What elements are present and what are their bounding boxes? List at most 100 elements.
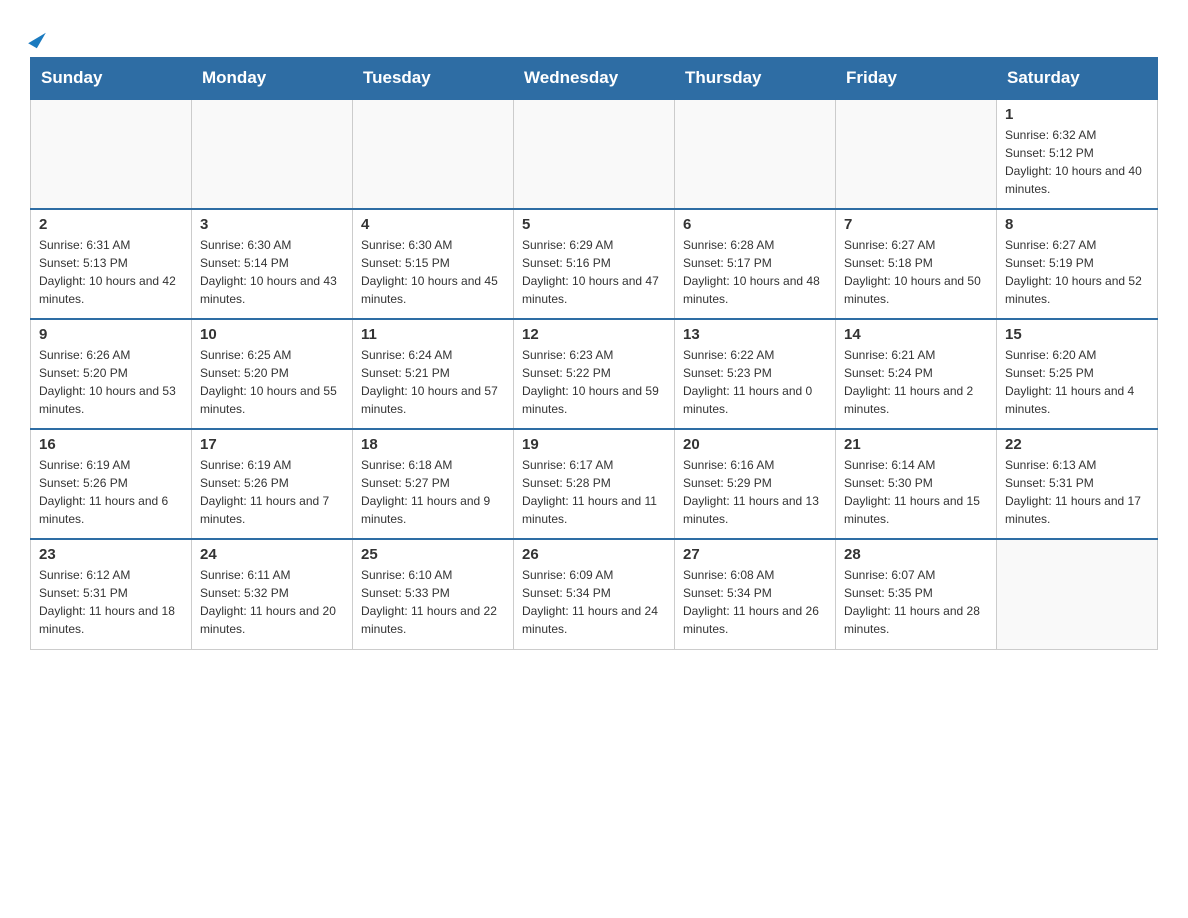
table-row: 18 Sunrise: 6:18 AMSunset: 5:27 PMDayligh… (353, 429, 514, 539)
table-row: 4 Sunrise: 6:30 AMSunset: 5:15 PMDaylight… (353, 209, 514, 319)
table-row: 15 Sunrise: 6:20 AMSunset: 5:25 PMDayligh… (997, 319, 1158, 429)
day-info: Sunrise: 6:20 AMSunset: 5:25 PMDaylight:… (1005, 346, 1149, 418)
day-number: 9 (39, 326, 183, 343)
table-row: 20 Sunrise: 6:16 AMSunset: 5:29 PMDayligh… (675, 429, 836, 539)
header-thursday: Thursday (675, 58, 836, 100)
table-row: 14Sunrise: 6:21 AMSunset: 5:24 PMDayligh… (836, 319, 997, 429)
table-row: 1 Sunrise: 6:32 AMSunset: 5:12 PMDaylight… (997, 99, 1158, 209)
table-row: 27Sunrise: 6:08 AMSunset: 5:34 PMDayligh… (675, 539, 836, 649)
table-row: 19 Sunrise: 6:17 AMSunset: 5:28 PMDayligh… (514, 429, 675, 539)
day-number: 19 (522, 436, 666, 453)
day-info: Sunrise: 6:19 AMSunset: 5:26 PMDaylight:… (39, 456, 183, 528)
day-number: 1 (1005, 106, 1149, 123)
day-info: Sunrise: 6:07 AMSunset: 5:35 PMDaylight:… (844, 566, 988, 638)
day-info: Sunrise: 6:18 AMSunset: 5:27 PMDaylight:… (361, 456, 505, 528)
calendar-table: Sunday Monday Tuesday Wednesday Thursday… (30, 57, 1158, 650)
logo-general-line (30, 20, 42, 47)
day-info: Sunrise: 6:13 AMSunset: 5:31 PMDaylight:… (1005, 456, 1149, 528)
table-row: 24 Sunrise: 6:11 AMSunset: 5:32 PMDayligh… (192, 539, 353, 649)
day-number: 18 (361, 436, 505, 453)
table-row (353, 99, 514, 209)
day-number: 21 (844, 436, 988, 453)
day-number: 8 (1005, 216, 1149, 233)
table-row: 23 Sunrise: 6:12 AMSunset: 5:31 PMDayligh… (31, 539, 192, 649)
table-row (675, 99, 836, 209)
day-info: Sunrise: 6:28 AMSunset: 5:17 PMDaylight:… (683, 236, 827, 308)
table-row: 21 Sunrise: 6:14 AMSunset: 5:30 PMDayligh… (836, 429, 997, 539)
header-sunday: Sunday (31, 58, 192, 100)
day-info: Sunrise: 6:22 AMSunset: 5:23 PMDaylight:… (683, 346, 827, 418)
calendar-header-row: Sunday Monday Tuesday Wednesday Thursday… (31, 58, 1158, 100)
table-row: 28 Sunrise: 6:07 AMSunset: 5:35 PMDayligh… (836, 539, 997, 649)
day-info: Sunrise: 6:29 AMSunset: 5:16 PMDaylight:… (522, 236, 666, 308)
day-number: 4 (361, 216, 505, 233)
day-number: 12 (522, 326, 666, 343)
day-info: Sunrise: 6:09 AMSunset: 5:34 PMDaylight:… (522, 566, 666, 638)
day-info: Sunrise: 6:12 AMSunset: 5:31 PMDaylight:… (39, 566, 183, 638)
day-info: Sunrise: 6:19 AMSunset: 5:26 PMDaylight:… (200, 456, 344, 528)
table-row (514, 99, 675, 209)
day-info: Sunrise: 6:30 AMSunset: 5:14 PMDaylight:… (200, 236, 344, 308)
day-number: 7 (844, 216, 988, 233)
day-number: 14 (844, 326, 988, 343)
day-number: 17 (200, 436, 344, 453)
day-number: 15 (1005, 326, 1149, 343)
day-number: 6 (683, 216, 827, 233)
day-info: Sunrise: 6:10 AMSunset: 5:33 PMDaylight:… (361, 566, 505, 638)
day-info: Sunrise: 6:25 AMSunset: 5:20 PMDaylight:… (200, 346, 344, 418)
table-row (31, 99, 192, 209)
calendar-week-row: 1 Sunrise: 6:32 AMSunset: 5:12 PMDaylight… (31, 99, 1158, 209)
day-number: 24 (200, 546, 344, 563)
day-number: 2 (39, 216, 183, 233)
day-info: Sunrise: 6:23 AMSunset: 5:22 PMDaylight:… (522, 346, 666, 418)
day-info: Sunrise: 6:27 AMSunset: 5:19 PMDaylight:… (1005, 236, 1149, 308)
logo (30, 20, 42, 47)
day-number: 16 (39, 436, 183, 453)
calendar-week-row: 9 Sunrise: 6:26 AMSunset: 5:20 PMDaylight… (31, 319, 1158, 429)
table-row (192, 99, 353, 209)
day-number: 27 (683, 546, 827, 563)
day-info: Sunrise: 6:31 AMSunset: 5:13 PMDaylight:… (39, 236, 183, 308)
table-row: 9 Sunrise: 6:26 AMSunset: 5:20 PMDaylight… (31, 319, 192, 429)
table-row (836, 99, 997, 209)
day-info: Sunrise: 6:16 AMSunset: 5:29 PMDaylight:… (683, 456, 827, 528)
table-row: 3 Sunrise: 6:30 AMSunset: 5:14 PMDaylight… (192, 209, 353, 319)
header-saturday: Saturday (997, 58, 1158, 100)
header-monday: Monday (192, 58, 353, 100)
calendar-week-row: 2 Sunrise: 6:31 AMSunset: 5:13 PMDaylight… (31, 209, 1158, 319)
day-info: Sunrise: 6:17 AMSunset: 5:28 PMDaylight:… (522, 456, 666, 528)
day-number: 22 (1005, 436, 1149, 453)
table-row: 16 Sunrise: 6:19 AMSunset: 5:26 PMDayligh… (31, 429, 192, 539)
day-number: 28 (844, 546, 988, 563)
day-info: Sunrise: 6:27 AMSunset: 5:18 PMDaylight:… (844, 236, 988, 308)
header-tuesday: Tuesday (353, 58, 514, 100)
day-info: Sunrise: 6:24 AMSunset: 5:21 PMDaylight:… (361, 346, 505, 418)
table-row: 2 Sunrise: 6:31 AMSunset: 5:13 PMDaylight… (31, 209, 192, 319)
table-row: 22 Sunrise: 6:13 AMSunset: 5:31 PMDayligh… (997, 429, 1158, 539)
table-row: 26 Sunrise: 6:09 AMSunset: 5:34 PMDayligh… (514, 539, 675, 649)
day-info: Sunrise: 6:11 AMSunset: 5:32 PMDaylight:… (200, 566, 344, 638)
day-number: 13 (683, 326, 827, 343)
table-row (997, 539, 1158, 649)
day-info: Sunrise: 6:32 AMSunset: 5:12 PMDaylight:… (1005, 126, 1149, 198)
page-header (30, 20, 1158, 47)
day-number: 25 (361, 546, 505, 563)
header-friday: Friday (836, 58, 997, 100)
table-row: 5Sunrise: 6:29 AMSunset: 5:16 PMDaylight… (514, 209, 675, 319)
table-row: 17 Sunrise: 6:19 AMSunset: 5:26 PMDayligh… (192, 429, 353, 539)
day-number: 23 (39, 546, 183, 563)
table-row: 11 Sunrise: 6:24 AMSunset: 5:21 PMDayligh… (353, 319, 514, 429)
day-number: 26 (522, 546, 666, 563)
day-number: 3 (200, 216, 344, 233)
calendar-week-row: 23 Sunrise: 6:12 AMSunset: 5:31 PMDayligh… (31, 539, 1158, 649)
day-info: Sunrise: 6:26 AMSunset: 5:20 PMDaylight:… (39, 346, 183, 418)
day-info: Sunrise: 6:30 AMSunset: 5:15 PMDaylight:… (361, 236, 505, 308)
day-number: 11 (361, 326, 505, 343)
table-row: 13 Sunrise: 6:22 AMSunset: 5:23 PMDayligh… (675, 319, 836, 429)
day-number: 20 (683, 436, 827, 453)
table-row: 7 Sunrise: 6:27 AMSunset: 5:18 PMDaylight… (836, 209, 997, 319)
header-wednesday: Wednesday (514, 58, 675, 100)
table-row: 10Sunrise: 6:25 AMSunset: 5:20 PMDayligh… (192, 319, 353, 429)
table-row: 6 Sunrise: 6:28 AMSunset: 5:17 PMDaylight… (675, 209, 836, 319)
day-info: Sunrise: 6:14 AMSunset: 5:30 PMDaylight:… (844, 456, 988, 528)
